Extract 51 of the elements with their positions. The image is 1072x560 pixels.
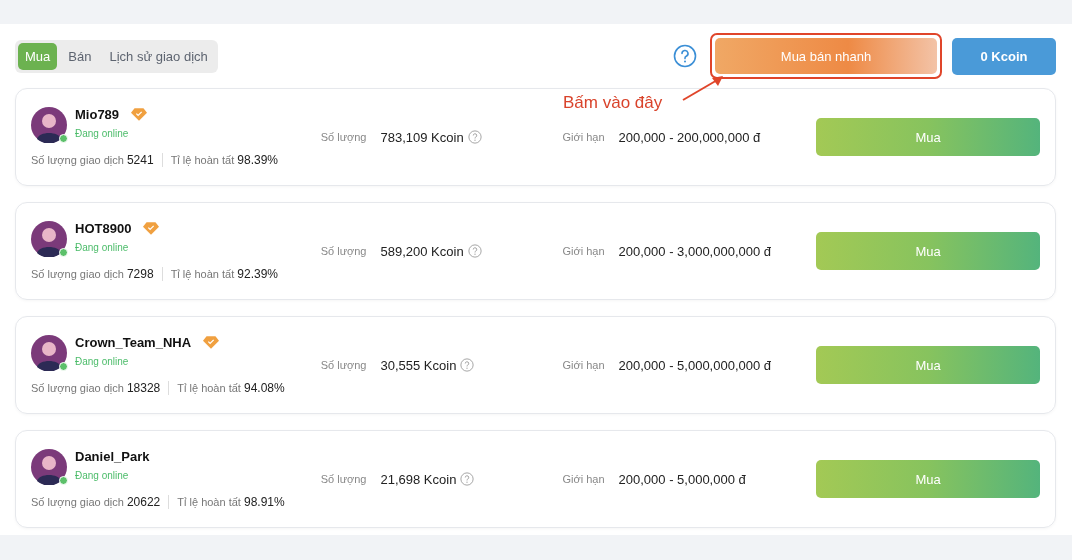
limit-label: Giới hạn <box>562 359 605 371</box>
limit-value: 200,000 - 200,000,000 đ <box>618 129 761 145</box>
username: Crown_Team_NHA <box>75 335 192 350</box>
online-status: Đang online <box>75 470 130 481</box>
username: Mio789 <box>75 107 120 122</box>
quantity-value: 589,200 Kcoin <box>380 243 464 259</box>
limit-value: 200,000 - 5,000,000 đ <box>618 471 746 487</box>
help-icon[interactable] <box>467 244 482 258</box>
username: Daniel_Park <box>75 449 150 464</box>
completion-rate: Tỉ lệ hoàn tất 98.39% <box>170 153 278 167</box>
limit-value: 200,000 - 5,000,000,000 đ <box>618 357 772 373</box>
limit-value: 200,000 - 3,000,000,000 đ <box>618 243 772 259</box>
help-icon[interactable] <box>673 44 697 68</box>
annotation-text: Bấm vào đây <box>563 93 663 113</box>
quantity-label: Số lượng <box>320 131 367 143</box>
trade-count: Số lượng giao dịch 5241 <box>31 153 154 167</box>
avatar-icon <box>31 449 67 485</box>
avatar-icon <box>31 107 67 143</box>
buy-button[interactable]: Mua <box>816 232 1040 270</box>
trade-count: Số lượng giao dịch 7298 <box>31 267 154 281</box>
username: HOT8900 <box>75 221 132 236</box>
quantity-label: Số lượng <box>320 245 367 257</box>
quantity-label: Số lượng <box>320 359 367 371</box>
buy-button[interactable]: Mua <box>816 346 1040 384</box>
tab[interactable]: Mua <box>18 42 58 70</box>
trade-count: Số lượng giao dịch 20622 <box>31 495 161 509</box>
help-icon[interactable] <box>460 358 475 372</box>
completion-rate: Tỉ lệ hoàn tất 98.91% <box>177 495 285 509</box>
completion-rate: Tỉ lệ hoàn tất 92.39% <box>170 267 278 281</box>
limit-label: Giới hạn <box>562 245 605 257</box>
trade-count: Số lượng giao dịch 18328 <box>31 381 161 395</box>
quick-trade-button[interactable]: Mua bán nhanh <box>715 38 937 74</box>
avatar-icon <box>31 221 67 257</box>
quantity-value: 783,109 Kcoin <box>380 129 464 145</box>
tab[interactable]: Bán <box>61 42 99 70</box>
limit-label: Giới hạn <box>562 131 605 143</box>
quantity-label: Số lượng <box>320 473 367 485</box>
tab[interactable]: Lịch sử giao dịch <box>102 42 215 70</box>
quantity-value: 30,555 Kcoin <box>380 357 457 373</box>
online-status: Đang online <box>75 242 130 253</box>
completion-rate: Tỉ lệ hoàn tất 94.08% <box>177 381 285 395</box>
quantity-value: 21,698 Kcoin <box>380 471 457 487</box>
online-status: Đang online <box>75 128 130 139</box>
help-icon[interactable] <box>467 130 482 144</box>
buy-button[interactable]: Mua <box>816 460 1040 498</box>
help-icon[interactable] <box>460 472 475 486</box>
balance-button[interactable]: 0 Kcoin <box>952 37 1056 75</box>
avatar-icon <box>31 335 67 371</box>
online-status: Đang online <box>75 356 130 367</box>
buy-button[interactable]: Mua <box>816 118 1040 156</box>
limit-label: Giới hạn <box>562 473 605 485</box>
